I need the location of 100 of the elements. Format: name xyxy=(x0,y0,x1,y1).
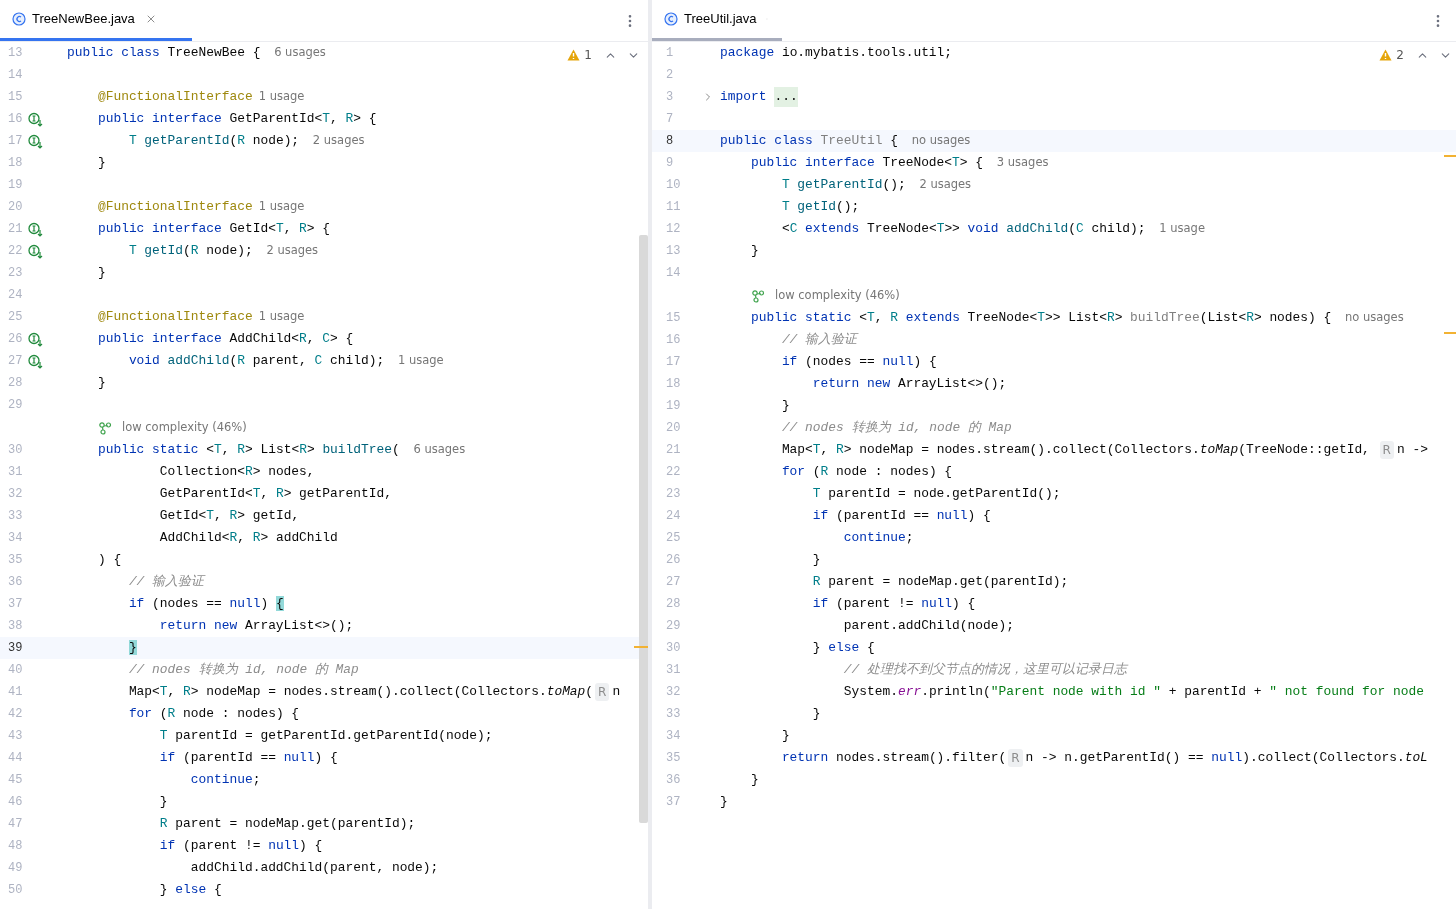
line-number: 37 xyxy=(8,596,24,613)
usage-hint[interactable]: no usages xyxy=(911,132,971,150)
line-number: 33 xyxy=(8,508,24,525)
complexity-hint[interactable]: low complexity (46%) xyxy=(775,286,900,305)
usage-hint[interactable]: 2 usages xyxy=(919,176,972,194)
code-text: public class TreeUtil { xyxy=(720,132,899,151)
code-text: T parentId = node.getParentId(); xyxy=(811,485,1061,504)
implemented-icon[interactable] xyxy=(28,353,43,369)
problems-widget[interactable]: 2 xyxy=(1379,46,1452,64)
code-text: } xyxy=(749,771,759,790)
scrollbar-thumb[interactable] xyxy=(639,235,648,823)
line-number: 42 xyxy=(8,706,24,723)
usage-hint[interactable]: 1 usage xyxy=(258,308,305,326)
line-number: 27 xyxy=(666,574,682,591)
code-text: } xyxy=(720,793,728,812)
code-text: } xyxy=(158,793,168,812)
implemented-icon[interactable] xyxy=(28,331,43,347)
code-text: } else { xyxy=(158,881,222,900)
code-text: GetParentId<T, R> getParentId, xyxy=(158,485,392,504)
code-text: // nodes 转换为 id, node 的 Map xyxy=(127,661,359,680)
implemented-icon[interactable] xyxy=(28,111,43,127)
code-text: // nodes 转换为 id, node 的 Map xyxy=(780,419,1012,438)
problems-widget[interactable]: 1 xyxy=(567,46,640,64)
line-number: 46 xyxy=(8,794,24,811)
code-text: Collection<R> nodes, xyxy=(158,463,315,482)
code-text: parent.addChild(node); xyxy=(842,617,1014,636)
line-number: 33 xyxy=(666,706,682,723)
code-text: T getParentId(); xyxy=(780,176,907,195)
code-text: @FunctionalInterface xyxy=(96,308,253,327)
line-number: 22 xyxy=(8,243,24,260)
line-number: 25 xyxy=(8,309,24,326)
warning-count: 1 xyxy=(584,47,592,64)
code-text: public static <T, R extends TreeNode<T>> List<R> buildTree(List<R> nodes) { xyxy=(749,309,1333,328)
code-text: if (parentId == null) { xyxy=(158,749,338,768)
code-text: } xyxy=(811,705,821,724)
line-number: 24 xyxy=(666,508,682,525)
editor-tab[interactable]: TreeNewBee.java xyxy=(0,0,192,41)
implemented-icon[interactable] xyxy=(28,243,43,259)
code-text: if (parentId == null) { xyxy=(811,507,991,526)
code-text: public interface GetId<T, R> { xyxy=(96,220,331,239)
implemented-icon[interactable] xyxy=(28,221,43,237)
complexity-hint[interactable]: low complexity (46%) xyxy=(122,418,247,437)
line-number: 41 xyxy=(8,684,24,701)
folded-code[interactable]: ... xyxy=(774,87,798,107)
usage-hint[interactable]: 2 usages xyxy=(312,132,365,150)
code-text: public interface GetParentId<T, R> { xyxy=(96,110,377,129)
implemented-icon[interactable] xyxy=(28,133,43,149)
line-number: 13 xyxy=(666,243,682,260)
line-number: 21 xyxy=(8,221,24,238)
code-text: for (R node : nodes) { xyxy=(127,705,300,724)
line-number: 3 xyxy=(666,89,675,106)
usage-hint[interactable]: 6 usages xyxy=(413,441,466,459)
class-icon xyxy=(12,12,26,26)
line-number: 1 xyxy=(666,45,675,62)
usage-hint[interactable]: 1 usage xyxy=(1159,220,1205,238)
line-number: 16 xyxy=(666,332,682,349)
code-text: } xyxy=(780,397,790,416)
line-number: 21 xyxy=(666,442,682,459)
line-number: 29 xyxy=(8,397,24,414)
parameter-hint: R xyxy=(1379,441,1394,459)
complexity-icon xyxy=(751,288,765,303)
usage-hint[interactable]: 2 usages xyxy=(266,242,319,260)
line-number: 15 xyxy=(666,310,682,327)
code-text: public interface TreeNode<T> { xyxy=(749,154,985,173)
line-number: 50 xyxy=(8,882,24,899)
parameter-hint: R xyxy=(1008,749,1023,767)
code-text: public class TreeNewBee { xyxy=(67,44,262,63)
usage-hint[interactable]: 1 usage xyxy=(258,88,305,106)
line-number: 34 xyxy=(666,728,682,745)
code-text: GetId<T, R> getId, xyxy=(158,507,300,526)
code-text: T getId(); xyxy=(780,198,860,217)
line-number: 47 xyxy=(8,816,24,833)
line-number: 9 xyxy=(666,155,675,172)
code-text: } xyxy=(811,551,821,570)
line-number: 39 xyxy=(8,640,24,657)
code-text: System.err.println("Parent node with id " + parentId + " not found for node xyxy=(842,683,1424,702)
line-number: 17 xyxy=(8,133,24,150)
line-number: 36 xyxy=(8,574,24,591)
line-number: 38 xyxy=(8,618,24,635)
class-icon xyxy=(664,12,678,26)
line-number: 22 xyxy=(666,464,682,481)
code-text: return new ArrayList<>(); xyxy=(158,617,354,636)
code-text: public interface AddChild<R, C> { xyxy=(96,330,354,349)
editor-tab[interactable]: TreeUtil.java xyxy=(652,0,782,41)
usage-hint[interactable]: 3 usages xyxy=(996,154,1049,172)
code-text: continue; xyxy=(189,771,261,790)
usage-hint[interactable]: 1 usage xyxy=(397,352,444,370)
line-number: 20 xyxy=(666,420,682,437)
code-text: } xyxy=(127,639,137,658)
usage-hint[interactable]: 6 usages xyxy=(274,44,326,62)
line-number: 19 xyxy=(8,177,24,194)
code-text: addChild.addChild(parent, node); xyxy=(189,859,439,878)
usage-hint[interactable]: no usages xyxy=(1345,309,1404,327)
tab-title: TreeNewBee.java xyxy=(32,10,135,29)
line-number: 13 xyxy=(8,45,24,62)
usage-hint[interactable]: 1 usage xyxy=(258,198,305,216)
code-text: ) { xyxy=(96,551,122,570)
line-number: 7 xyxy=(666,111,675,128)
line-number: 20 xyxy=(8,199,24,216)
code-text: T getId(R node); xyxy=(127,242,254,261)
